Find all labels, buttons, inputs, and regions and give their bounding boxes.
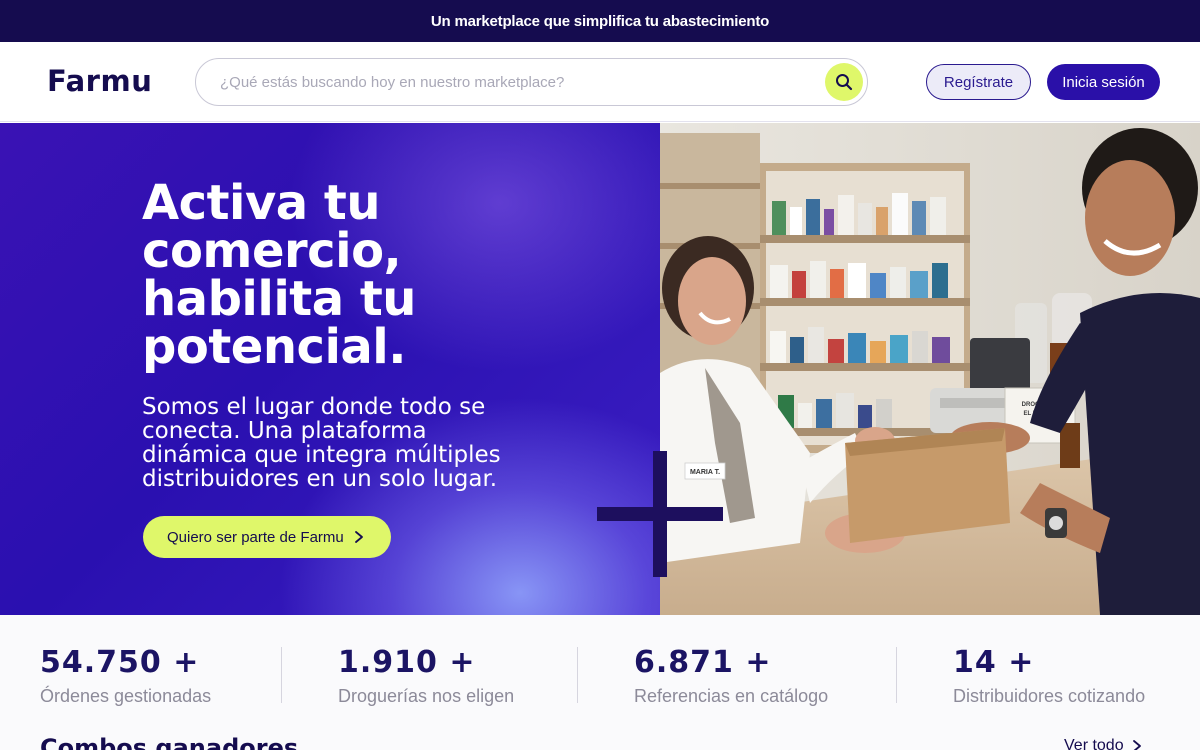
stat-label: Droguerías nos eligen — [338, 686, 515, 706]
search-button[interactable] — [825, 63, 863, 101]
stat-value: 1.910 + — [338, 645, 476, 680]
announcement-bar: Un marketplace que simplifica tu abastec… — [0, 0, 1200, 42]
site-header: Farmu Regístrate Inicia sesión — [0, 42, 1200, 122]
join-farmu-label: Quiero ser parte de Farmu — [167, 528, 344, 546]
hero-section: Activa tu comercio, habilita tu potencia… — [0, 123, 1200, 615]
stats-section: 54.750 + Órdenes gestionadas 1.910 + Dro… — [0, 615, 1200, 750]
plus-decoration-icon — [597, 451, 723, 577]
stat-label: Órdenes gestionadas — [40, 686, 212, 706]
stat-drugstores: 1.910 + Droguerías nos eligen — [338, 645, 514, 707]
stat-distributors: 14 + Distribuidores cotizando — [953, 645, 1145, 707]
login-button[interactable]: Inicia sesión — [1047, 64, 1160, 100]
pharmacy-photo: DROGUERÍA EL BARRIO MARIA T. — [660, 123, 1200, 615]
hero-subtitle: Somos el lugar donde todo se conecta. Un… — [142, 394, 501, 492]
search-input[interactable] — [220, 71, 810, 93]
hero-title: Activa tu comercio, habilita tu potencia… — [142, 175, 416, 375]
stat-label: Referencias en catálogo — [634, 686, 829, 706]
stat-value: 6.871 + — [634, 645, 772, 680]
stat-orders: 54.750 + Órdenes gestionadas — [40, 645, 211, 707]
stat-references: 6.871 + Referencias en catálogo — [634, 645, 828, 707]
see-all-link[interactable]: Ver todo — [1064, 737, 1142, 750]
chevron-right-icon — [354, 531, 363, 543]
stat-value: 54.750 + — [40, 645, 200, 680]
search-bar — [195, 58, 868, 106]
stat-value: 14 + — [953, 645, 1035, 680]
search-icon — [836, 74, 853, 91]
section-title: Combos ganadores — [40, 734, 299, 750]
announcement-text: Un marketplace que simplifica tu abastec… — [430, 12, 770, 30]
register-button[interactable]: Regístrate — [926, 64, 1031, 100]
chevron-right-icon — [1132, 740, 1141, 750]
stat-label: Distribuidores cotizando — [953, 686, 1146, 706]
farmu-logo[interactable]: Farmu — [47, 64, 152, 98]
stat-divider — [281, 647, 282, 703]
see-all-label: Ver todo — [1064, 737, 1124, 750]
stat-divider — [577, 647, 578, 703]
stat-divider — [896, 647, 897, 703]
join-farmu-button[interactable]: Quiero ser parte de Farmu — [143, 516, 391, 558]
